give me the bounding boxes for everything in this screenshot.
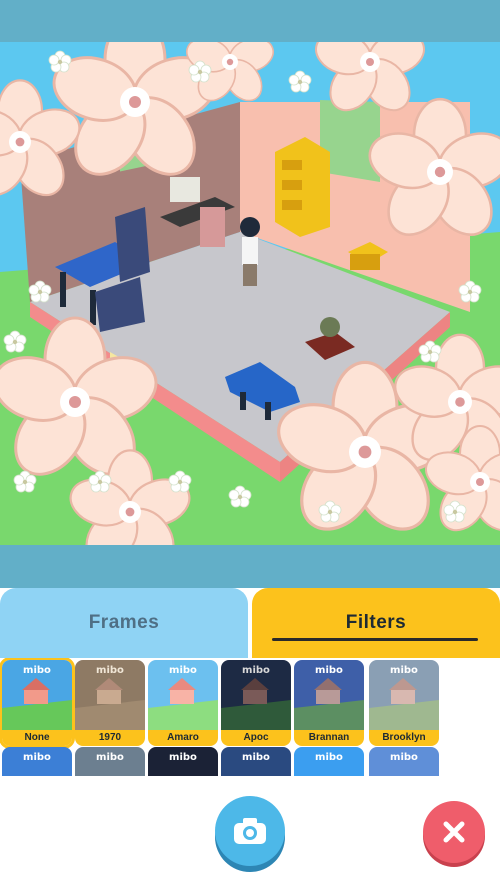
filter-none[interactable]: mibo None	[2, 660, 72, 746]
tab-filters[interactable]: Filters	[252, 588, 500, 658]
mibo-logo-text: mibo	[242, 752, 270, 763]
filter-thumbnail: mibo	[369, 660, 439, 730]
filter-thumbnail: mibo	[75, 747, 145, 776]
mibo-logo-text: mibo	[23, 752, 51, 763]
filter-row2-4[interactable]: mibo	[221, 747, 291, 776]
filter-1970[interactable]: mibo 1970	[75, 660, 145, 746]
mibo-logo-text: mibo	[242, 665, 270, 676]
filter-list: mibo None mibo 1970 mibo Amaro mibo Apoc…	[0, 658, 500, 776]
filter-brooklyn[interactable]: mibo Brooklyn	[369, 660, 439, 746]
preview-bottom-band	[0, 545, 500, 588]
filter-thumbnail: mibo	[2, 747, 72, 776]
mibo-logo-text: mibo	[169, 752, 197, 763]
filter-row2-1[interactable]: mibo	[2, 747, 72, 776]
filter-thumbnail: mibo	[2, 660, 72, 730]
camera-icon	[234, 818, 266, 844]
filter-row2-2[interactable]: mibo	[75, 747, 145, 776]
filter-thumbnail: mibo	[75, 660, 145, 730]
mibo-logo-text: mibo	[23, 665, 51, 676]
mibo-logo-text: mibo	[96, 665, 124, 676]
capture-button[interactable]	[215, 796, 285, 866]
mibo-logo-text: mibo	[96, 752, 124, 763]
filter-row2-6[interactable]: mibo	[369, 747, 439, 776]
mibo-logo-text: mibo	[390, 752, 418, 763]
filter-thumbnail: mibo	[221, 747, 291, 776]
top-bar	[0, 0, 500, 42]
filter-thumbnail: mibo	[294, 660, 364, 730]
active-tab-underline	[272, 638, 478, 641]
editor-tabs: Frames Filters	[0, 588, 500, 658]
filter-thumbnail: mibo	[221, 660, 291, 730]
filter-brannan[interactable]: mibo Brannan	[294, 660, 364, 746]
filter-label: Brannan	[294, 730, 364, 746]
mibo-logo-text: mibo	[315, 665, 343, 676]
photo-preview	[0, 42, 500, 545]
filter-thumbnail: mibo	[369, 747, 439, 776]
close-x-icon	[443, 821, 465, 843]
filter-label: Brooklyn	[369, 730, 439, 746]
close-button[interactable]	[423, 801, 485, 863]
tab-frames[interactable]: Frames	[0, 588, 248, 658]
filter-row2-5[interactable]: mibo	[294, 747, 364, 776]
filter-amaro[interactable]: mibo Amaro	[148, 660, 218, 746]
filter-thumbnail: mibo	[148, 660, 218, 730]
room-scene-image	[0, 42, 500, 545]
filter-thumbnail: mibo	[294, 747, 364, 776]
mibo-logo-text: mibo	[315, 752, 343, 763]
filter-apoc[interactable]: mibo Apoc	[221, 660, 291, 746]
filter-label: 1970	[75, 730, 145, 746]
mibo-logo-text: mibo	[169, 665, 197, 676]
filter-label: None	[2, 730, 72, 746]
filter-label: Amaro	[148, 730, 218, 746]
filter-thumbnail: mibo	[148, 747, 218, 776]
photo-editor-screen: Frames Filters mibo None mibo 1970 mibo …	[0, 0, 500, 889]
filter-row2-3[interactable]: mibo	[148, 747, 218, 776]
mibo-logo-text: mibo	[390, 665, 418, 676]
filter-label: Apoc	[221, 730, 291, 746]
